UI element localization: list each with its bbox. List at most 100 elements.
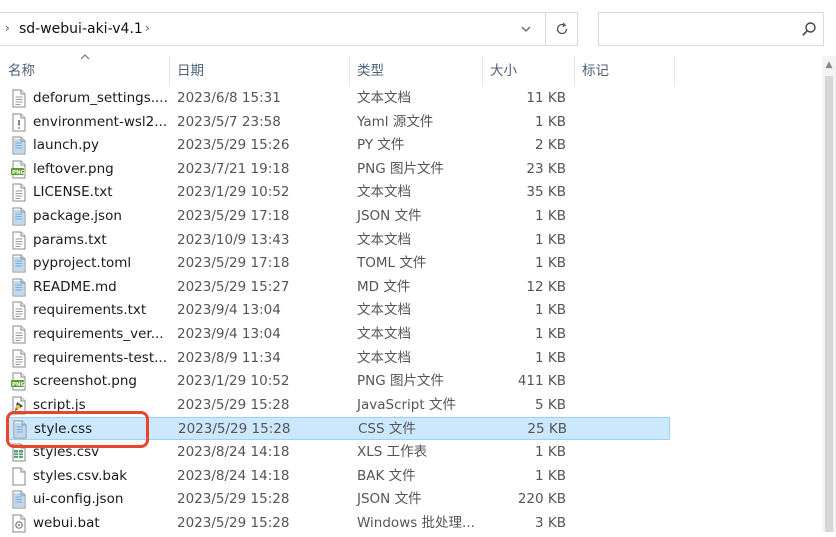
- file-size: 2 KB: [535, 137, 566, 154]
- file-size: 411 KB: [517, 373, 566, 390]
- svg-text:PNG: PNG: [12, 170, 26, 176]
- file-size: 25 KB: [527, 421, 567, 438]
- file-row[interactable]: ui-config.json 2023/5/29 15:28 JSON 文件 220 …: [8, 488, 670, 511]
- file-size: 35 KB: [526, 184, 566, 201]
- file-name: pyproject.toml: [33, 255, 132, 272]
- column-date[interactable]: 日期: [169, 56, 350, 86]
- md-file-icon: [10, 278, 28, 301]
- file-date: 2023/6/8 15:31: [177, 90, 281, 106]
- file-row[interactable]: launch.py 2023/5/29 15:26 PY 文件 2 KB: [8, 134, 670, 157]
- file-row[interactable]: PNG screenshot.png 2023/1/29 10:52 PNG 图片文件…: [8, 370, 670, 393]
- file-date: 2023/7/21 19:18: [177, 160, 290, 177]
- file-row[interactable]: webui.bat 2023/5/29 15:28 Windows 批处理... 3 …: [8, 512, 670, 535]
- file-name: launch.py: [33, 137, 99, 154]
- file-size: 1 KB: [535, 326, 566, 342]
- file-row[interactable]: PNG leftover.png 2023/7/21 19:18 PNG 图片文件 23…: [8, 158, 670, 181]
- file-date: 2023/8/24 14:18: [177, 467, 290, 484]
- file-row[interactable]: styles.csv.bak 2023/8/24 14:18 BAK 文件 1 KB: [8, 465, 670, 488]
- column-header: 名称 日期 类型 大小 标记: [0, 56, 675, 86]
- file-name: requirements-test...: [33, 349, 168, 366]
- text-file-icon: [10, 89, 28, 112]
- sort-ascending-icon: [80, 52, 90, 63]
- file-row[interactable]: requirements_ver... 2023/9/4 13:04 文本文档 1 K…: [8, 323, 670, 346]
- file-name: requirements.txt: [33, 302, 147, 319]
- refresh-icon: [556, 22, 568, 35]
- file-type: 文本文档: [357, 302, 411, 319]
- file-row[interactable]: requirements.txt 2023/9/4 13:04 文本文档 1 KB: [8, 299, 670, 322]
- file-size: 23 KB: [526, 160, 566, 177]
- file-date: 2023/1/29 10:52: [177, 373, 290, 390]
- file-name: params.txt: [33, 231, 107, 248]
- scroll-up-arrow-icon[interactable]: ▲: [822, 60, 836, 70]
- file-row[interactable]: deforum_settings.... 2023/6/8 15:31 文本文档 11…: [8, 87, 670, 110]
- file-row[interactable]: LICENSE.txt 2023/1/29 10:52 文本文档 35 KB: [8, 181, 670, 204]
- file-date: 2023/5/29 15:28: [177, 491, 290, 508]
- text-file-icon: [10, 231, 28, 254]
- file-type: XLS 工作表: [357, 444, 428, 460]
- column-size[interactable]: 大小: [482, 56, 574, 86]
- file-date: 2023/5/29 15:27: [177, 278, 290, 295]
- file-name: screenshot.png: [33, 373, 138, 390]
- file-date: 2023/8/24 14:18: [177, 444, 290, 460]
- chevron-down-icon[interactable]: [509, 13, 543, 45]
- file-size: 1 KB: [535, 208, 566, 224]
- file-row[interactable]: README.md 2023/5/29 15:27 MD 文件 12 KB: [8, 276, 670, 299]
- file-date: 2023/5/29 15:28: [177, 514, 290, 531]
- py-file-icon: [10, 136, 28, 159]
- file-type: BAK 文件: [357, 467, 416, 484]
- file-type: JSON 文件: [357, 491, 422, 508]
- column-tags[interactable]: 标记: [574, 56, 674, 86]
- file-date: 2023/8/9 11:34: [177, 349, 281, 366]
- file-name: LICENSE.txt: [33, 184, 113, 201]
- file-type: 文本文档: [357, 231, 411, 248]
- file-type: 文本文档: [357, 326, 411, 342]
- file-name: requirements_ver...: [33, 326, 164, 342]
- file-size: 5 KB: [535, 396, 566, 413]
- address-bar[interactable]: › sd-webui-aki-v4.1 ›: [0, 12, 578, 46]
- refresh-button[interactable]: [545, 13, 578, 45]
- search-input[interactable]: [598, 12, 824, 46]
- file-date: 2023/5/7 23:58: [177, 113, 281, 130]
- file-type: JavaScript 文件: [357, 396, 456, 413]
- file-name: package.json: [33, 208, 122, 224]
- highlight-annotation: [6, 411, 149, 448]
- file-size: 1 KB: [535, 349, 566, 366]
- svg-text:PNG: PNG: [12, 382, 26, 388]
- file-size: 1 KB: [535, 231, 566, 248]
- file-size: 1 KB: [535, 444, 566, 460]
- file-size: 1 KB: [535, 255, 566, 272]
- file-row[interactable]: environment-wsl2.... 2023/5/7 23:58 Yaml 源…: [8, 111, 670, 134]
- file-row[interactable]: pyproject.toml 2023/5/29 17:18 TOML 文件 1 KB: [8, 252, 670, 275]
- chevron-right-icon[interactable]: ›: [5, 21, 10, 35]
- file-date: 2023/5/29 15:28: [177, 396, 290, 413]
- file-row[interactable]: package.json 2023/5/29 17:18 JSON 文件 1 KB: [8, 205, 670, 228]
- file-size: 220 KB: [517, 491, 566, 508]
- file-size: 12 KB: [526, 278, 566, 295]
- file-type: Windows 批处理...: [357, 514, 475, 531]
- file-type: 文本文档: [357, 184, 411, 201]
- file-row[interactable]: requirements-test... 2023/8/9 11:34 文本文档 1 …: [8, 347, 670, 370]
- chevron-right-icon[interactable]: ›: [145, 21, 150, 35]
- file-size: 1 KB: [535, 467, 566, 484]
- file-type: PNG 图片文件: [357, 373, 444, 390]
- bat-file-icon: [10, 514, 28, 537]
- file-row[interactable]: params.txt 2023/10/9 13:43 文本文档 1 KB: [8, 229, 670, 252]
- scroll-thumb[interactable]: [825, 76, 833, 532]
- toml-file-icon: [10, 254, 28, 277]
- file-size: 11 KB: [526, 90, 566, 106]
- address-path-segment[interactable]: sd-webui-aki-v4.1: [19, 21, 143, 37]
- file-name: styles.csv.bak: [33, 467, 128, 484]
- search-icon[interactable]: [801, 21, 817, 41]
- file-name: webui.bat: [33, 514, 100, 531]
- file-name: ui-config.json: [33, 491, 124, 508]
- file-size: 3 KB: [535, 514, 566, 531]
- file-size: 1 KB: [535, 302, 566, 319]
- file-type: PNG 图片文件: [357, 160, 444, 177]
- file-date: 2023/9/4 13:04: [177, 326, 281, 342]
- file-type: TOML 文件: [357, 255, 427, 272]
- column-type[interactable]: 类型: [349, 56, 482, 86]
- vertical-scrollbar[interactable]: ▲: [822, 56, 836, 532]
- column-divider[interactable]: [674, 56, 675, 86]
- file-type: MD 文件: [357, 278, 411, 295]
- blank-file-icon: [10, 467, 28, 490]
